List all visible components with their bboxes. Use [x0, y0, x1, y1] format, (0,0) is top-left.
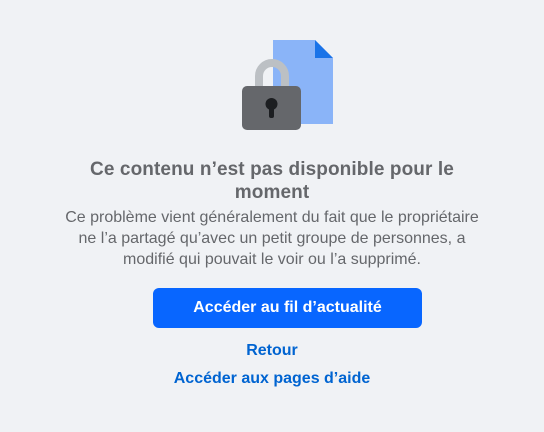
- locked-document-icon: [239, 38, 335, 134]
- page-title: Ce contenu n’est pas disponible pour le …: [90, 159, 454, 203]
- description-text: Ce problème vient généralement du fait q…: [65, 209, 479, 268]
- back-link[interactable]: Retour: [72, 341, 472, 361]
- content-unavailable-page: Ce contenu n’est pas disponible pour le …: [0, 0, 544, 432]
- go-to-feed-button[interactable]: Accéder au fil d’actualité: [153, 288, 422, 328]
- help-center-link[interactable]: Accéder aux pages d’aide: [72, 369, 472, 389]
